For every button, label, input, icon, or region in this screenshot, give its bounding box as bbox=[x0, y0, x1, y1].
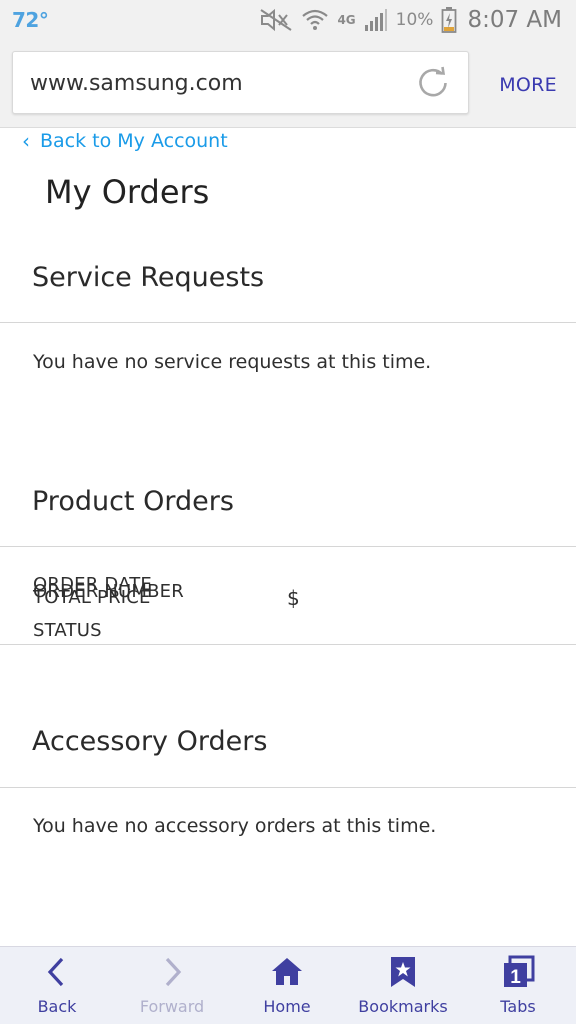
status-bar: 72° 4G 10% 8:07 AM bbox=[0, 0, 576, 40]
status-label: STATUS bbox=[33, 620, 102, 641]
nav-tabs-button[interactable]: 1 Tabs bbox=[463, 947, 573, 1024]
nav-tabs-label: Tabs bbox=[500, 997, 536, 1016]
tabs-icon: 1 bbox=[504, 955, 535, 988]
bookmark-star-icon bbox=[391, 957, 415, 987]
divider bbox=[0, 787, 576, 788]
nav-home-label: Home bbox=[263, 997, 311, 1016]
chevron-left-icon: ‹ bbox=[22, 129, 30, 153]
network-type-indicator: 4G bbox=[337, 13, 356, 27]
nav-bookmarks-button[interactable]: Bookmarks bbox=[348, 947, 458, 1024]
url-bar[interactable]: www.samsung.com bbox=[12, 51, 469, 114]
reload-icon[interactable] bbox=[416, 66, 450, 100]
battery-percent: 10% bbox=[395, 10, 434, 30]
forward-chevron-icon bbox=[165, 957, 182, 987]
back-to-account-link[interactable]: ‹ Back to My Account bbox=[22, 129, 228, 153]
service-requests-message: You have no service requests at this tim… bbox=[33, 351, 432, 373]
wifi-icon bbox=[302, 9, 329, 30]
back-link-label[interactable]: Back to My Account bbox=[40, 130, 228, 152]
mute-icon bbox=[260, 8, 293, 32]
service-requests-heading: Service Requests bbox=[32, 262, 265, 293]
browser-bottom-nav: Back Forward Home Bookmarks 1 Tabs bbox=[0, 946, 576, 1024]
nav-home-button[interactable]: Home bbox=[232, 947, 342, 1024]
total-price-value: $ bbox=[287, 586, 300, 610]
tab-count: 1 bbox=[510, 967, 521, 988]
nav-forward-button[interactable]: Forward bbox=[117, 947, 227, 1024]
divider bbox=[0, 644, 576, 645]
battery-charging-icon bbox=[442, 7, 457, 33]
nav-back-label: Back bbox=[37, 997, 77, 1016]
total-price-label: TOTAL PRICE bbox=[33, 587, 151, 608]
divider bbox=[0, 546, 576, 547]
back-chevron-icon bbox=[47, 957, 64, 987]
divider bbox=[0, 322, 576, 323]
accessory-orders-heading: Accessory Orders bbox=[32, 726, 268, 757]
nav-back-button[interactable]: Back bbox=[2, 947, 112, 1024]
browser-toolbar: www.samsung.com MORE bbox=[0, 40, 576, 128]
accessory-orders-message: You have no accessory orders at this tim… bbox=[33, 815, 437, 837]
product-orders-heading: Product Orders bbox=[32, 486, 234, 517]
nav-bookmarks-label: Bookmarks bbox=[358, 997, 448, 1016]
nav-forward-label: Forward bbox=[139, 997, 205, 1016]
url-text[interactable]: www.samsung.com bbox=[30, 71, 243, 96]
more-menu-button[interactable]: MORE bbox=[499, 74, 557, 96]
status-icons: 4G 10% 8:07 AM bbox=[259, 4, 562, 36]
home-icon bbox=[272, 958, 302, 985]
clock: 8:07 AM bbox=[467, 7, 562, 33]
page-title: My Orders bbox=[45, 173, 210, 211]
temperature-indicator: 72° bbox=[12, 8, 49, 32]
signal-strength-icon bbox=[364, 9, 387, 31]
